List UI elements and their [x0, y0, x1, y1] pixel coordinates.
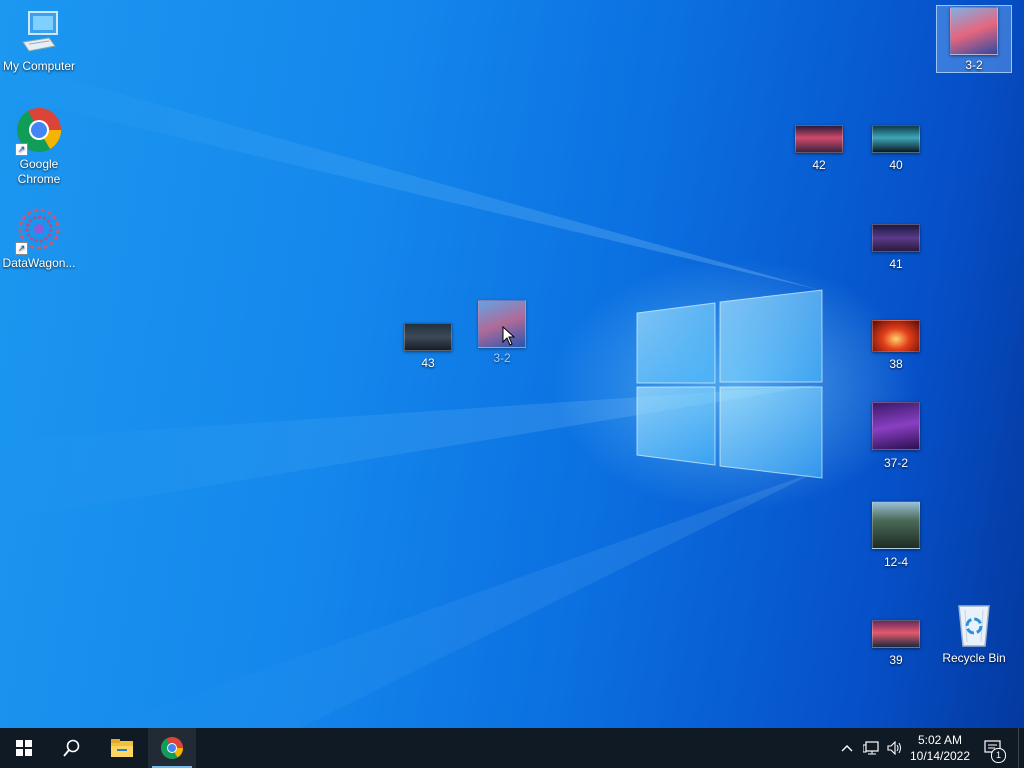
image-file-37-2[interactable]: 37-2 [858, 402, 934, 471]
file-explorer-icon [111, 739, 133, 757]
image-thumbnail-icon [950, 7, 998, 55]
icon-label: 38 [889, 357, 903, 371]
icon-label: 3-2 [493, 351, 511, 365]
search-icon [63, 739, 80, 757]
image-file-40[interactable]: 40 [858, 125, 934, 173]
chrome-taskbar-button[interactable] [148, 728, 196, 768]
image-thumbnail-icon [872, 402, 920, 450]
image-thumbnail-icon [795, 125, 843, 153]
icon-label: 40 [889, 158, 903, 172]
notifications-button[interactable]: 1 [980, 728, 1006, 768]
show-desktop-button[interactable] [1018, 728, 1024, 768]
datawagon-shortcut[interactable]: ↗ DataWagon... [1, 205, 77, 271]
recycle-bin[interactable]: Recycle Bin [936, 600, 1012, 666]
chevron-up-icon [841, 745, 853, 752]
icon-label: DataWagon... [2, 256, 76, 270]
icon-label: Recycle Bin [942, 651, 1006, 665]
icon-label: Google Chrome [17, 157, 61, 186]
recycle-bin-icon [950, 600, 998, 648]
icon-label: 39 [889, 653, 903, 667]
datawagon-icon: ↗ [15, 205, 63, 255]
notification-count-badge: 1 [991, 748, 1006, 763]
image-file-3-2-selected[interactable]: 3-2 [936, 5, 1012, 73]
icon-label: 37-2 [883, 456, 909, 470]
image-file-39[interactable]: 39 [858, 620, 934, 668]
image-thumbnail-icon [872, 620, 920, 648]
icon-label: 3-2 [965, 58, 983, 72]
taskbar: 5:02 AM 10/14/2022 1 [0, 728, 1024, 768]
network-icon [863, 741, 879, 755]
image-thumbnail-icon [872, 125, 920, 153]
start-icon [16, 740, 32, 756]
image-thumbnail-icon [404, 323, 452, 351]
icon-label: 42 [812, 158, 826, 172]
mouse-cursor-icon [502, 326, 516, 346]
icon-label: 43 [421, 356, 435, 370]
image-file-43[interactable]: 43 [390, 323, 466, 371]
desktop[interactable]: My Computer ↗ Google Chrome ↗ DataWagon.… [0, 0, 1024, 728]
image-thumbnail-icon [872, 320, 920, 352]
my-computer-shortcut[interactable]: My Computer [1, 8, 77, 74]
image-file-12-4[interactable]: 12-4 [858, 501, 934, 570]
clock[interactable]: 5:02 AM 10/14/2022 [900, 728, 980, 768]
image-file-38[interactable]: 38 [858, 320, 934, 372]
show-hidden-icons-button[interactable] [838, 728, 856, 768]
search-button[interactable] [48, 728, 96, 768]
image-file-42[interactable]: 42 [781, 125, 857, 173]
image-thumbnail-icon [872, 501, 920, 549]
icon-label: 41 [889, 257, 903, 271]
chrome-icon [161, 737, 183, 759]
icon-label: 12-4 [883, 555, 909, 569]
start-button[interactable] [0, 728, 48, 768]
shortcut-arrow-icon: ↗ [15, 242, 28, 255]
google-chrome-shortcut[interactable]: ↗ Google Chrome [1, 106, 77, 187]
clock-date: 10/14/2022 [909, 749, 971, 763]
chrome-icon: ↗ [15, 106, 63, 156]
file-explorer-button[interactable] [98, 728, 146, 768]
image-thumbnail-icon [872, 224, 920, 252]
icon-label: My Computer [2, 59, 76, 73]
shortcut-arrow-icon: ↗ [15, 143, 28, 156]
network-button[interactable] [860, 728, 882, 768]
clock-time: 5:02 AM [917, 733, 963, 747]
computer-icon [15, 8, 63, 56]
image-file-41[interactable]: 41 [858, 224, 934, 272]
